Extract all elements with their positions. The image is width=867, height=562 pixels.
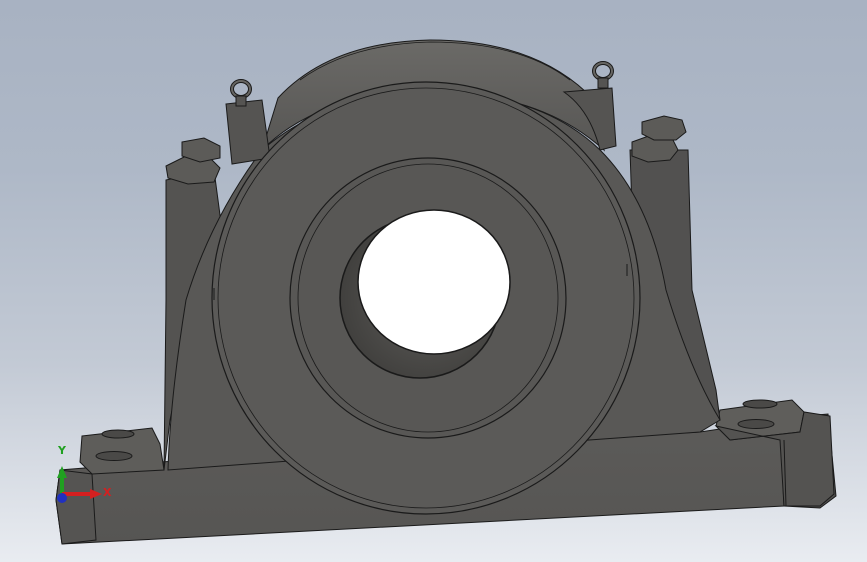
lifting-eye-right	[592, 61, 614, 89]
z-axis-dot	[57, 493, 67, 503]
right-base-bolt-hole-top	[742, 399, 778, 409]
coordinate-triad: Y X	[57, 444, 112, 503]
x-axis-label: X	[103, 486, 112, 499]
y-axis-label: Y	[57, 444, 67, 457]
shaft-bore	[357, 209, 511, 355]
right-base-bolt-hole-bottom	[737, 419, 775, 429]
graphics-viewport[interactable]: Y X	[0, 0, 867, 562]
bearing-seal	[211, 81, 641, 515]
pillow-block-bearing-model[interactable]	[0, 0, 867, 562]
left-base-bolt-hole-top	[101, 429, 135, 439]
